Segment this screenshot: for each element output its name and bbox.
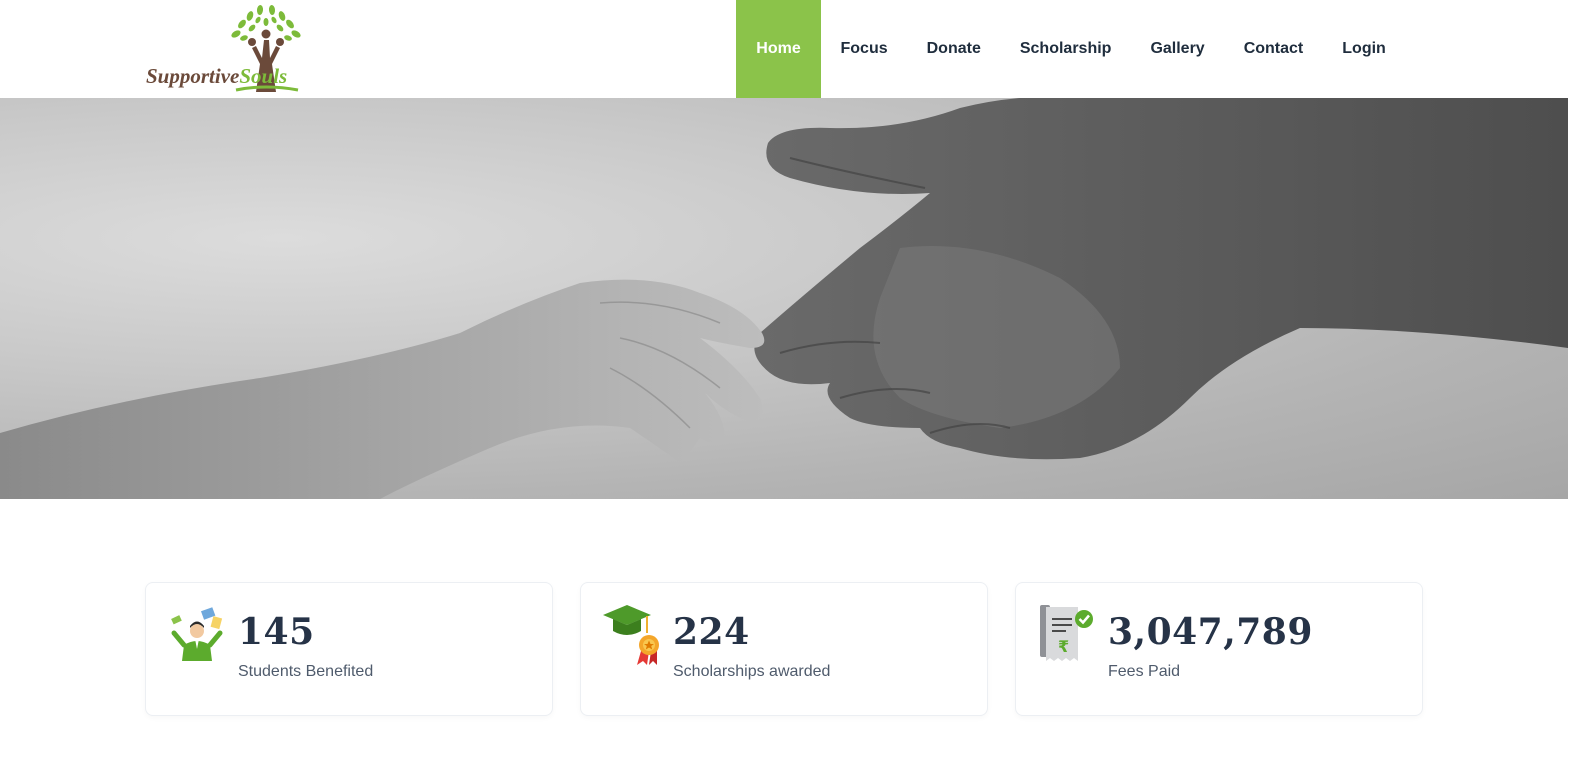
stat-value-scholarships: 224	[673, 611, 750, 653]
svg-text:₹: ₹	[1058, 637, 1069, 656]
stat-label-fees: Fees Paid	[1108, 663, 1181, 680]
hero-banner	[0, 98, 1568, 499]
fee-receipt-icon: ₹	[1036, 603, 1100, 667]
nav-focus[interactable]: Focus	[821, 0, 907, 98]
helping-hands-image	[0, 98, 1568, 499]
site-header: SupportiveSouls Home Focus Donate Schola…	[0, 0, 1584, 98]
nav-contact[interactable]: Contact	[1224, 0, 1323, 98]
nav-login[interactable]: Login	[1323, 0, 1406, 98]
student-icon	[166, 603, 230, 667]
stat-card-scholarships: 224 Scholarships awarded	[580, 582, 988, 716]
stat-card-students: 145 Students Benefited	[145, 582, 553, 716]
logo-word-supportive: Supportive	[146, 64, 240, 88]
logo-word-souls: Souls	[239, 64, 288, 88]
nav-scholarship[interactable]: Scholarship	[1000, 0, 1131, 98]
graduation-cap-award-icon	[601, 603, 665, 667]
stat-label-students: Students Benefited	[238, 663, 374, 680]
logo[interactable]: SupportiveSouls	[144, 4, 320, 94]
stat-value-students: 145	[238, 611, 315, 653]
stat-card-fees: ₹ 3,047,789 Fees Paid	[1015, 582, 1423, 716]
stat-label-scholarships: Scholarships awarded	[673, 663, 831, 680]
nav-gallery[interactable]: Gallery	[1131, 0, 1224, 98]
nav-donate[interactable]: Donate	[907, 0, 1000, 98]
stat-value-fees: 3,047,789	[1108, 611, 1313, 653]
main-nav: Home Focus Donate Scholarship Gallery Co…	[736, 0, 1405, 98]
nav-home[interactable]: Home	[736, 0, 821, 98]
